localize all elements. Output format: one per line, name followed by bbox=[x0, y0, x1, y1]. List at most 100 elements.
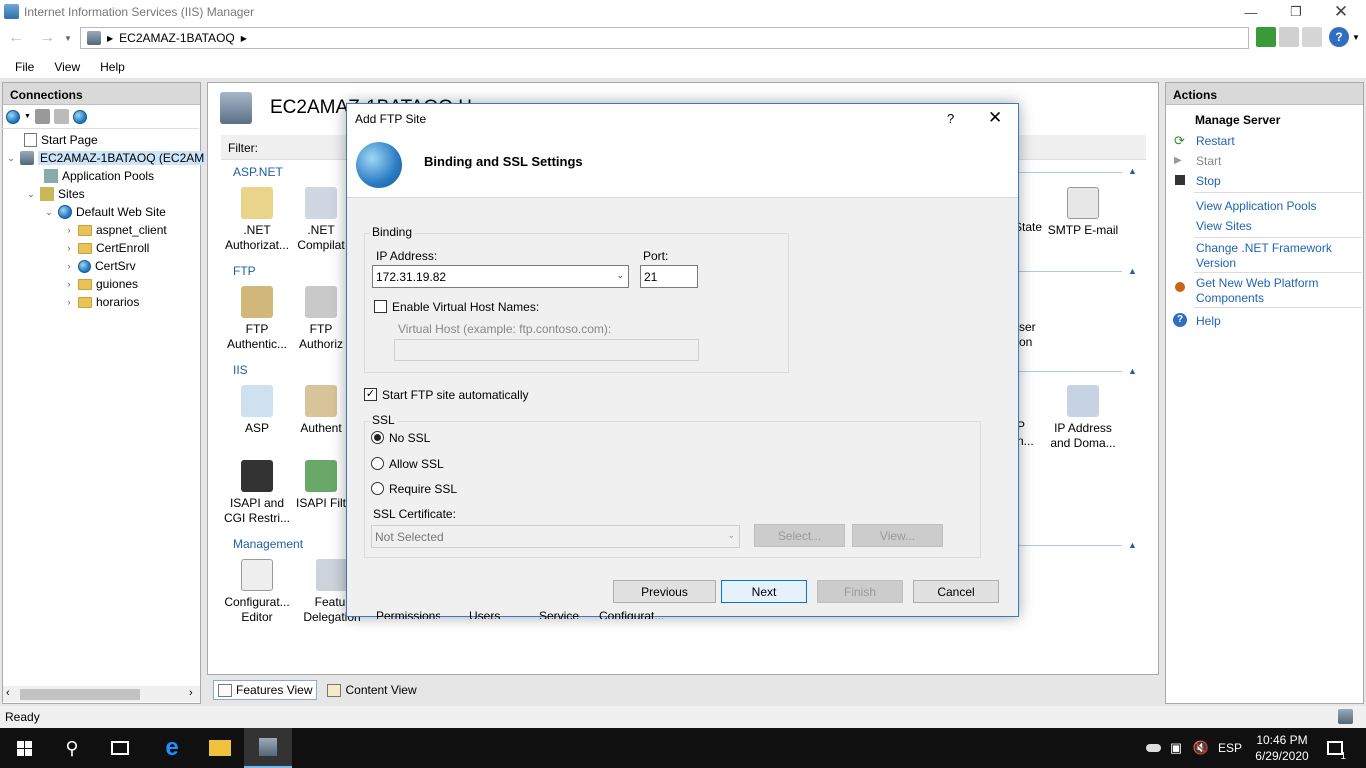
tree-guiones[interactable]: › guiones bbox=[64, 275, 139, 293]
ip-address-select[interactable]: 172.31.19.82 ⌄ bbox=[372, 265, 629, 288]
action-help[interactable]: Help bbox=[1196, 314, 1221, 329]
collapse-icon[interactable]: ⌄ bbox=[26, 189, 36, 200]
action-change-net-framework[interactable]: Change .NET Framework Version bbox=[1196, 241, 1346, 271]
feature-asp[interactable]: ASP bbox=[220, 385, 294, 436]
search-icon[interactable]: ⚲ bbox=[48, 728, 96, 768]
expand-icon[interactable]: › bbox=[64, 261, 74, 271]
menu-file[interactable]: File bbox=[15, 60, 34, 74]
minimize-button[interactable]: — bbox=[1228, 0, 1274, 24]
file-explorer-icon[interactable] bbox=[196, 728, 244, 768]
tree-application-pools[interactable]: Application Pools bbox=[30, 167, 154, 185]
virtual-host-input[interactable] bbox=[394, 339, 699, 361]
select-certificate-button[interactable]: Select... bbox=[754, 524, 845, 547]
feature-ip-domain-restrictions[interactable]: IP Address and Doma... bbox=[1046, 385, 1120, 451]
home-icon[interactable] bbox=[1302, 27, 1322, 47]
iis-manager-taskbar-icon[interactable] bbox=[244, 728, 292, 768]
tree-horarios[interactable]: › horarios bbox=[64, 293, 140, 311]
feature-ftp-authorization[interactable]: FTP Authoriz bbox=[295, 286, 347, 352]
action-view-app-pools[interactable]: View Application Pools bbox=[1196, 199, 1317, 214]
feature-ftp-authentication[interactable]: FTP Authentic... bbox=[220, 286, 294, 352]
feature-iis-partial[interactable]: Pn... bbox=[1017, 419, 1037, 449]
collapse-icon[interactable]: ⌄ bbox=[6, 153, 16, 164]
breadcrumb-server[interactable]: EC2AMAZ-1BATAOQ bbox=[119, 31, 235, 45]
tree-server[interactable]: ⌄ EC2AMAZ-1BATAOQ (EC2AM bbox=[6, 149, 207, 167]
tab-features-view[interactable]: Features View bbox=[213, 680, 318, 700]
feature-isapi-filters[interactable]: ISAPI Filt bbox=[295, 460, 347, 511]
connect-icon[interactable] bbox=[6, 109, 20, 124]
finish-button[interactable]: Finish bbox=[817, 580, 903, 603]
feature-net-compilation[interactable]: .NET Compilat bbox=[295, 187, 347, 253]
feature-service-label[interactable]: Service bbox=[539, 609, 579, 619]
tree-sites[interactable]: ⌄ Sites bbox=[26, 185, 85, 203]
feature-users-label[interactable]: Users bbox=[469, 609, 500, 619]
menu-view[interactable]: View bbox=[54, 60, 80, 74]
feature-smtp-email[interactable]: SMTP E-mail bbox=[1046, 187, 1120, 238]
next-button[interactable]: Next bbox=[721, 580, 807, 603]
help-icon[interactable]: ? bbox=[1329, 27, 1349, 47]
scroll-left-icon[interactable]: ‹ bbox=[6, 687, 10, 699]
radio-no-ssl[interactable] bbox=[371, 431, 384, 444]
collapse-group-icon[interactable]: ▲ bbox=[1128, 540, 1137, 550]
dialog-help-button[interactable]: ? bbox=[947, 111, 954, 126]
collapse-group-icon[interactable]: ▲ bbox=[1128, 166, 1137, 176]
action-start[interactable]: Start bbox=[1196, 154, 1221, 169]
forward-button[interactable]: → bbox=[36, 27, 58, 49]
history-dropdown-icon[interactable]: ▼ bbox=[64, 34, 72, 43]
up-level-icon[interactable] bbox=[53, 109, 69, 124]
expand-icon[interactable]: › bbox=[64, 279, 74, 289]
volume-muted-icon[interactable]: 🔇 bbox=[1189, 728, 1213, 768]
action-restart[interactable]: Restart bbox=[1196, 134, 1235, 149]
back-button[interactable]: ← bbox=[5, 27, 27, 49]
view-certificate-button[interactable]: View... bbox=[852, 524, 943, 547]
connections-hscrollbar[interactable]: ‹ › bbox=[3, 686, 200, 702]
enable-virtual-host-checkbox[interactable] bbox=[374, 300, 387, 313]
feature-authentication[interactable]: Authent bbox=[295, 385, 347, 436]
feature-configuration-label[interactable]: Configurat... bbox=[599, 609, 664, 619]
ssl-certificate-select[interactable]: Not Selected ⌄ bbox=[371, 525, 740, 548]
feature-isapi-cgi[interactable]: ISAPI and CGI Restri... bbox=[220, 460, 294, 526]
expand-icon[interactable]: › bbox=[64, 297, 74, 307]
feature-configuration-editor[interactable]: Configurat... Editor bbox=[220, 559, 294, 625]
help-dropdown-icon[interactable]: ▼ bbox=[1352, 33, 1360, 42]
menu-help[interactable]: Help bbox=[100, 60, 125, 74]
feature-net-authorization[interactable]: .NET Authorizat... bbox=[220, 187, 294, 253]
action-stop[interactable]: Stop bbox=[1196, 174, 1221, 189]
port-input[interactable]: 21 bbox=[640, 265, 698, 288]
address-bar[interactable]: ▶ EC2AMAZ-1BATAOQ ▶ bbox=[80, 27, 1249, 49]
close-window-button[interactable]: ✕ bbox=[1318, 0, 1364, 24]
dialog-close-button[interactable]: ✕ bbox=[988, 108, 1002, 128]
tree-certsrv[interactable]: › CertSrv bbox=[64, 257, 136, 275]
disconnect-icon[interactable] bbox=[72, 109, 87, 124]
action-view-sites[interactable]: View Sites bbox=[1196, 219, 1252, 234]
tree-aspnet-client[interactable]: › aspnet_client bbox=[64, 221, 167, 239]
internet-explorer-icon[interactable]: e bbox=[148, 728, 196, 768]
notifications-icon[interactable]: 1 bbox=[1320, 728, 1350, 768]
tree-default-web-site[interactable]: ⌄ Default Web Site bbox=[44, 203, 166, 221]
group-management[interactable]: Management bbox=[233, 537, 303, 551]
collapse-icon[interactable]: ⌄ bbox=[44, 207, 54, 218]
task-view-icon[interactable] bbox=[96, 728, 144, 768]
cancel-button[interactable]: Cancel bbox=[913, 580, 999, 603]
collapse-group-icon[interactable]: ▲ bbox=[1128, 366, 1137, 376]
save-icon[interactable] bbox=[34, 109, 50, 124]
start-automatically-checkbox[interactable]: ✓ bbox=[364, 388, 377, 401]
group-aspnet[interactable]: ASP.NET bbox=[233, 165, 283, 179]
refresh-icon[interactable] bbox=[1256, 27, 1276, 47]
scroll-right-icon[interactable]: › bbox=[189, 687, 193, 699]
group-ftp[interactable]: FTP bbox=[233, 264, 256, 278]
feature-ftp-user-isolation[interactable]: ser on bbox=[1019, 320, 1039, 350]
network-icon[interactable]: ▣ bbox=[1166, 728, 1186, 768]
collapse-group-icon[interactable]: ▲ bbox=[1128, 266, 1137, 276]
tree-certenroll[interactable]: › CertEnroll bbox=[64, 239, 150, 257]
scrollbar-thumb[interactable] bbox=[20, 689, 140, 700]
radio-allow-ssl[interactable] bbox=[371, 457, 384, 470]
tab-content-view[interactable]: Content View bbox=[323, 681, 420, 699]
cloud-icon[interactable] bbox=[1143, 728, 1163, 768]
expand-icon[interactable]: › bbox=[64, 243, 74, 253]
restore-button[interactable]: ❐ bbox=[1273, 0, 1319, 24]
feature-permissions-label[interactable]: Permissions bbox=[376, 609, 440, 619]
clock[interactable]: 10:46 PM 6/29/2020 bbox=[1254, 732, 1310, 764]
start-button[interactable] bbox=[0, 728, 48, 768]
group-iis[interactable]: IIS bbox=[233, 363, 248, 377]
radio-require-ssl[interactable] bbox=[371, 482, 384, 495]
